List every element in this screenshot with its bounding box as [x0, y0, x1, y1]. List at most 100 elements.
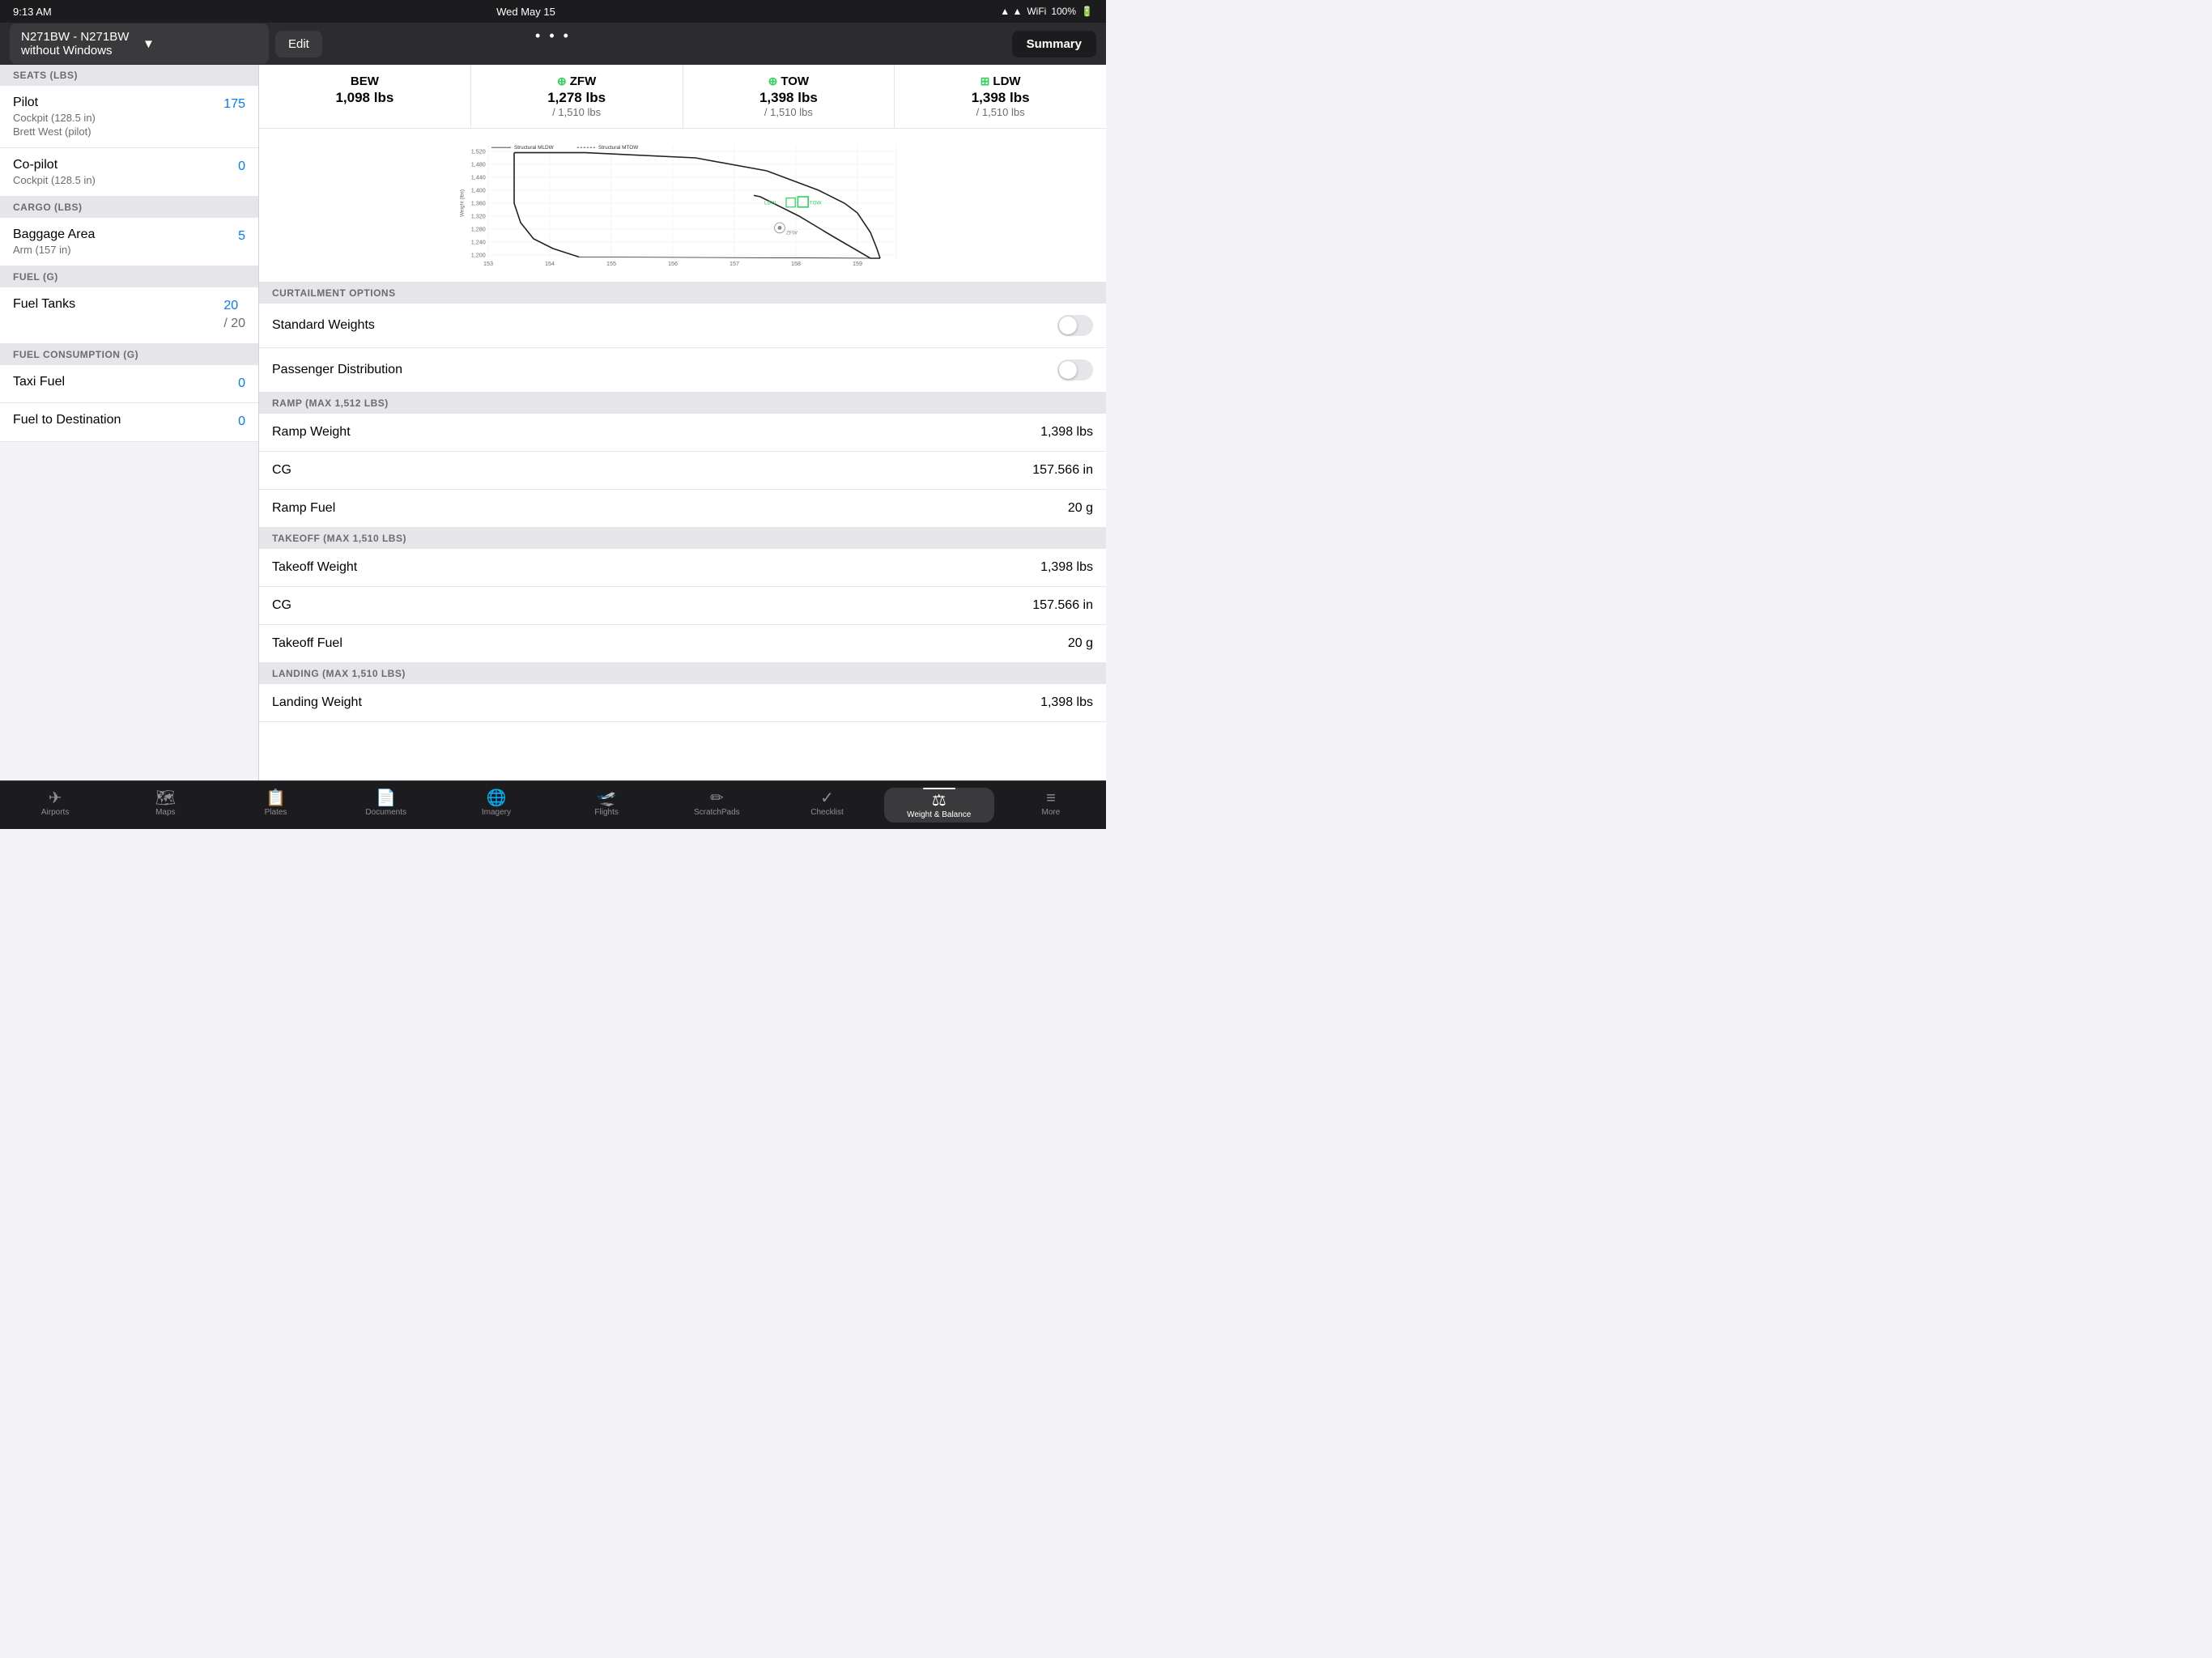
tab-imagery[interactable]: 🌐 Imagery — [441, 790, 551, 820]
ramp-cg-label: CG — [272, 463, 291, 478]
takeoff-weight-value: 1,398 lbs — [1040, 560, 1093, 575]
fuel-destination-label: Fuel to Destination — [13, 413, 238, 427]
aircraft-selector[interactable]: N271BW - N271BW without Windows ▼ — [10, 23, 269, 64]
svg-text:ZFW: ZFW — [786, 230, 798, 236]
ramp-weight-row: Ramp Weight 1,398 lbs — [259, 414, 1106, 452]
baggage-arm: Arm (157 in) — [13, 244, 238, 256]
baggage-label: Baggage Area — [13, 227, 238, 242]
wb-chart: 1,520 1,480 1,440 1,400 1,360 1,320 1,28… — [259, 129, 1106, 283]
signal-icon: ▲ ▲ — [1000, 6, 1022, 17]
weight-balance-icon: ⚖ — [932, 793, 946, 809]
main-content: SEATS (LBS) Pilot Cockpit (128.5 in) Bre… — [0, 65, 1106, 780]
taxi-fuel-label: Taxi Fuel — [13, 375, 238, 389]
tab-maps[interactable]: 🗺 Maps — [110, 790, 220, 820]
takeoff-weight-label: Takeoff Weight — [272, 560, 357, 575]
nav-bar: N271BW - N271BW without Windows ▼ Edit •… — [0, 23, 1106, 65]
fuel-tanks-label: Fuel Tanks — [13, 297, 223, 312]
tab-airports[interactable]: ✈ Airports — [0, 790, 110, 820]
ldw-cell: ⊞ LDW 1,398 lbs / 1,510 lbs — [895, 65, 1106, 128]
fuel-section-header: FUEL (G) — [0, 266, 258, 287]
baggage-value: 5 — [238, 227, 245, 245]
takeoff-fuel-label: Takeoff Fuel — [272, 636, 342, 651]
pilot-label: Pilot — [13, 96, 223, 110]
tab-more[interactable]: ≡ More — [996, 790, 1106, 820]
takeoff-cg-row: CG 157.566 in — [259, 587, 1106, 625]
tab-flights[interactable]: 🛫 Flights — [551, 790, 661, 820]
tab-checklist[interactable]: ✓ Checklist — [772, 790, 882, 820]
edit-button[interactable]: Edit — [275, 31, 322, 57]
copilot-label: Co-pilot — [13, 158, 238, 172]
tow-max: / 1,510 lbs — [696, 106, 882, 118]
curtailment-header: CURTAILMENT OPTIONS — [259, 283, 1106, 304]
landing-weight-value: 1,398 lbs — [1040, 695, 1093, 710]
fuel-tanks-row[interactable]: Fuel Tanks 20 / 20 — [0, 287, 258, 344]
standard-weights-toggle[interactable] — [1057, 315, 1093, 336]
zfw-max: / 1,510 lbs — [484, 106, 670, 118]
checklist-label: Checklist — [810, 808, 844, 817]
standard-weights-row[interactable]: Standard Weights — [259, 304, 1106, 348]
takeoff-cg-value: 157.566 in — [1032, 598, 1093, 613]
bew-value: 1,098 lbs — [272, 90, 457, 106]
wb-chart-svg: 1,520 1,480 1,440 1,400 1,360 1,320 1,28… — [272, 138, 1093, 268]
documents-label: Documents — [365, 808, 406, 817]
aircraft-label: N271BW - N271BW without Windows — [21, 30, 136, 57]
passenger-distribution-label: Passenger Distribution — [272, 363, 402, 377]
svg-text:Structural MLDW: Structural MLDW — [514, 145, 555, 151]
imagery-label: Imagery — [482, 808, 511, 817]
takeoff-fuel-value: 20 g — [1068, 636, 1093, 651]
takeoff-section-header: TAKEOFF (MAX 1,510 LBS) — [259, 528, 1106, 549]
tow-icon: ⊕ — [768, 74, 778, 88]
status-bar: 9:13 AM Wed May 15 ▲ ▲ WiFi 100% 🔋 — [0, 0, 1106, 23]
summary-button[interactable]: Summary — [1012, 31, 1096, 57]
tab-plates[interactable]: 📋 Plates — [220, 790, 330, 820]
imagery-icon: 🌐 — [486, 790, 506, 806]
fuel-consumption-header: FUEL CONSUMPTION (G) — [0, 344, 258, 365]
tow-cell: ⊕ TOW 1,398 lbs / 1,510 lbs — [683, 65, 895, 128]
ldw-value: 1,398 lbs — [908, 90, 1093, 106]
checklist-icon: ✓ — [820, 790, 834, 806]
fuel-destination-row[interactable]: Fuel to Destination 0 — [0, 403, 258, 441]
maps-label: Maps — [155, 808, 175, 817]
ldw-icon: ⊞ — [981, 74, 990, 88]
seats-section-header: SEATS (LBS) — [0, 65, 258, 86]
takeoff-fuel-row: Takeoff Fuel 20 g — [259, 625, 1106, 663]
ramp-section-header: RAMP (MAX 1,512 LBS) — [259, 393, 1106, 414]
battery-level: 100% — [1051, 6, 1076, 17]
tab-documents[interactable]: 📄 Documents — [331, 790, 441, 820]
zfw-value: 1,278 lbs — [484, 90, 670, 106]
ramp-cg-value: 157.566 in — [1032, 463, 1093, 478]
weight-header: BEW 1,098 lbs ⊕ ZFW 1,278 lbs / 1,510 lb… — [259, 65, 1106, 129]
svg-text:TOW: TOW — [810, 201, 823, 206]
tab-weight-balance[interactable]: ⚖ Weight & Balance — [884, 788, 994, 823]
passenger-distribution-row[interactable]: Passenger Distribution — [259, 348, 1106, 393]
tow-value: 1,398 lbs — [696, 90, 882, 106]
svg-text:Weight (lbs): Weight (lbs) — [460, 189, 466, 217]
taxi-fuel-row[interactable]: Taxi Fuel 0 — [0, 365, 258, 403]
takeoff-weight-row: Takeoff Weight 1,398 lbs — [259, 549, 1106, 587]
svg-text:1,200: 1,200 — [471, 251, 486, 258]
fuel-tanks-value: 20 / 20 — [223, 297, 245, 334]
pilot-arm: Cockpit (128.5 in) — [13, 112, 223, 124]
bew-label: BEW — [272, 74, 457, 88]
tab-scratchpads[interactable]: ✏ ScratchPads — [661, 790, 772, 820]
svg-text:1,440: 1,440 — [471, 173, 486, 181]
passenger-distribution-toggle[interactable] — [1057, 359, 1093, 380]
copilot-arm: Cockpit (128.5 in) — [13, 174, 238, 186]
flights-label: Flights — [594, 808, 618, 817]
more-icon: ≡ — [1046, 790, 1056, 806]
scratchpads-icon: ✏ — [710, 790, 724, 806]
copilot-row[interactable]: Co-pilot Cockpit (128.5 in) 0 — [0, 148, 258, 197]
svg-text:1,480: 1,480 — [471, 160, 486, 168]
airports-label: Airports — [41, 808, 69, 817]
svg-text:158: 158 — [791, 260, 801, 267]
standard-weights-label: Standard Weights — [272, 318, 375, 333]
svg-text:157: 157 — [730, 260, 739, 267]
scratchpads-label: ScratchPads — [694, 808, 740, 817]
active-indicator — [923, 788, 955, 789]
pilot-row[interactable]: Pilot Cockpit (128.5 in) Brett West (pil… — [0, 86, 258, 148]
svg-text:1,280: 1,280 — [471, 225, 486, 232]
plates-label: Plates — [265, 808, 287, 817]
baggage-row[interactable]: Baggage Area Arm (157 in) 5 — [0, 218, 258, 266]
svg-text:1,240: 1,240 — [471, 238, 486, 245]
svg-text:1,520: 1,520 — [471, 147, 486, 155]
